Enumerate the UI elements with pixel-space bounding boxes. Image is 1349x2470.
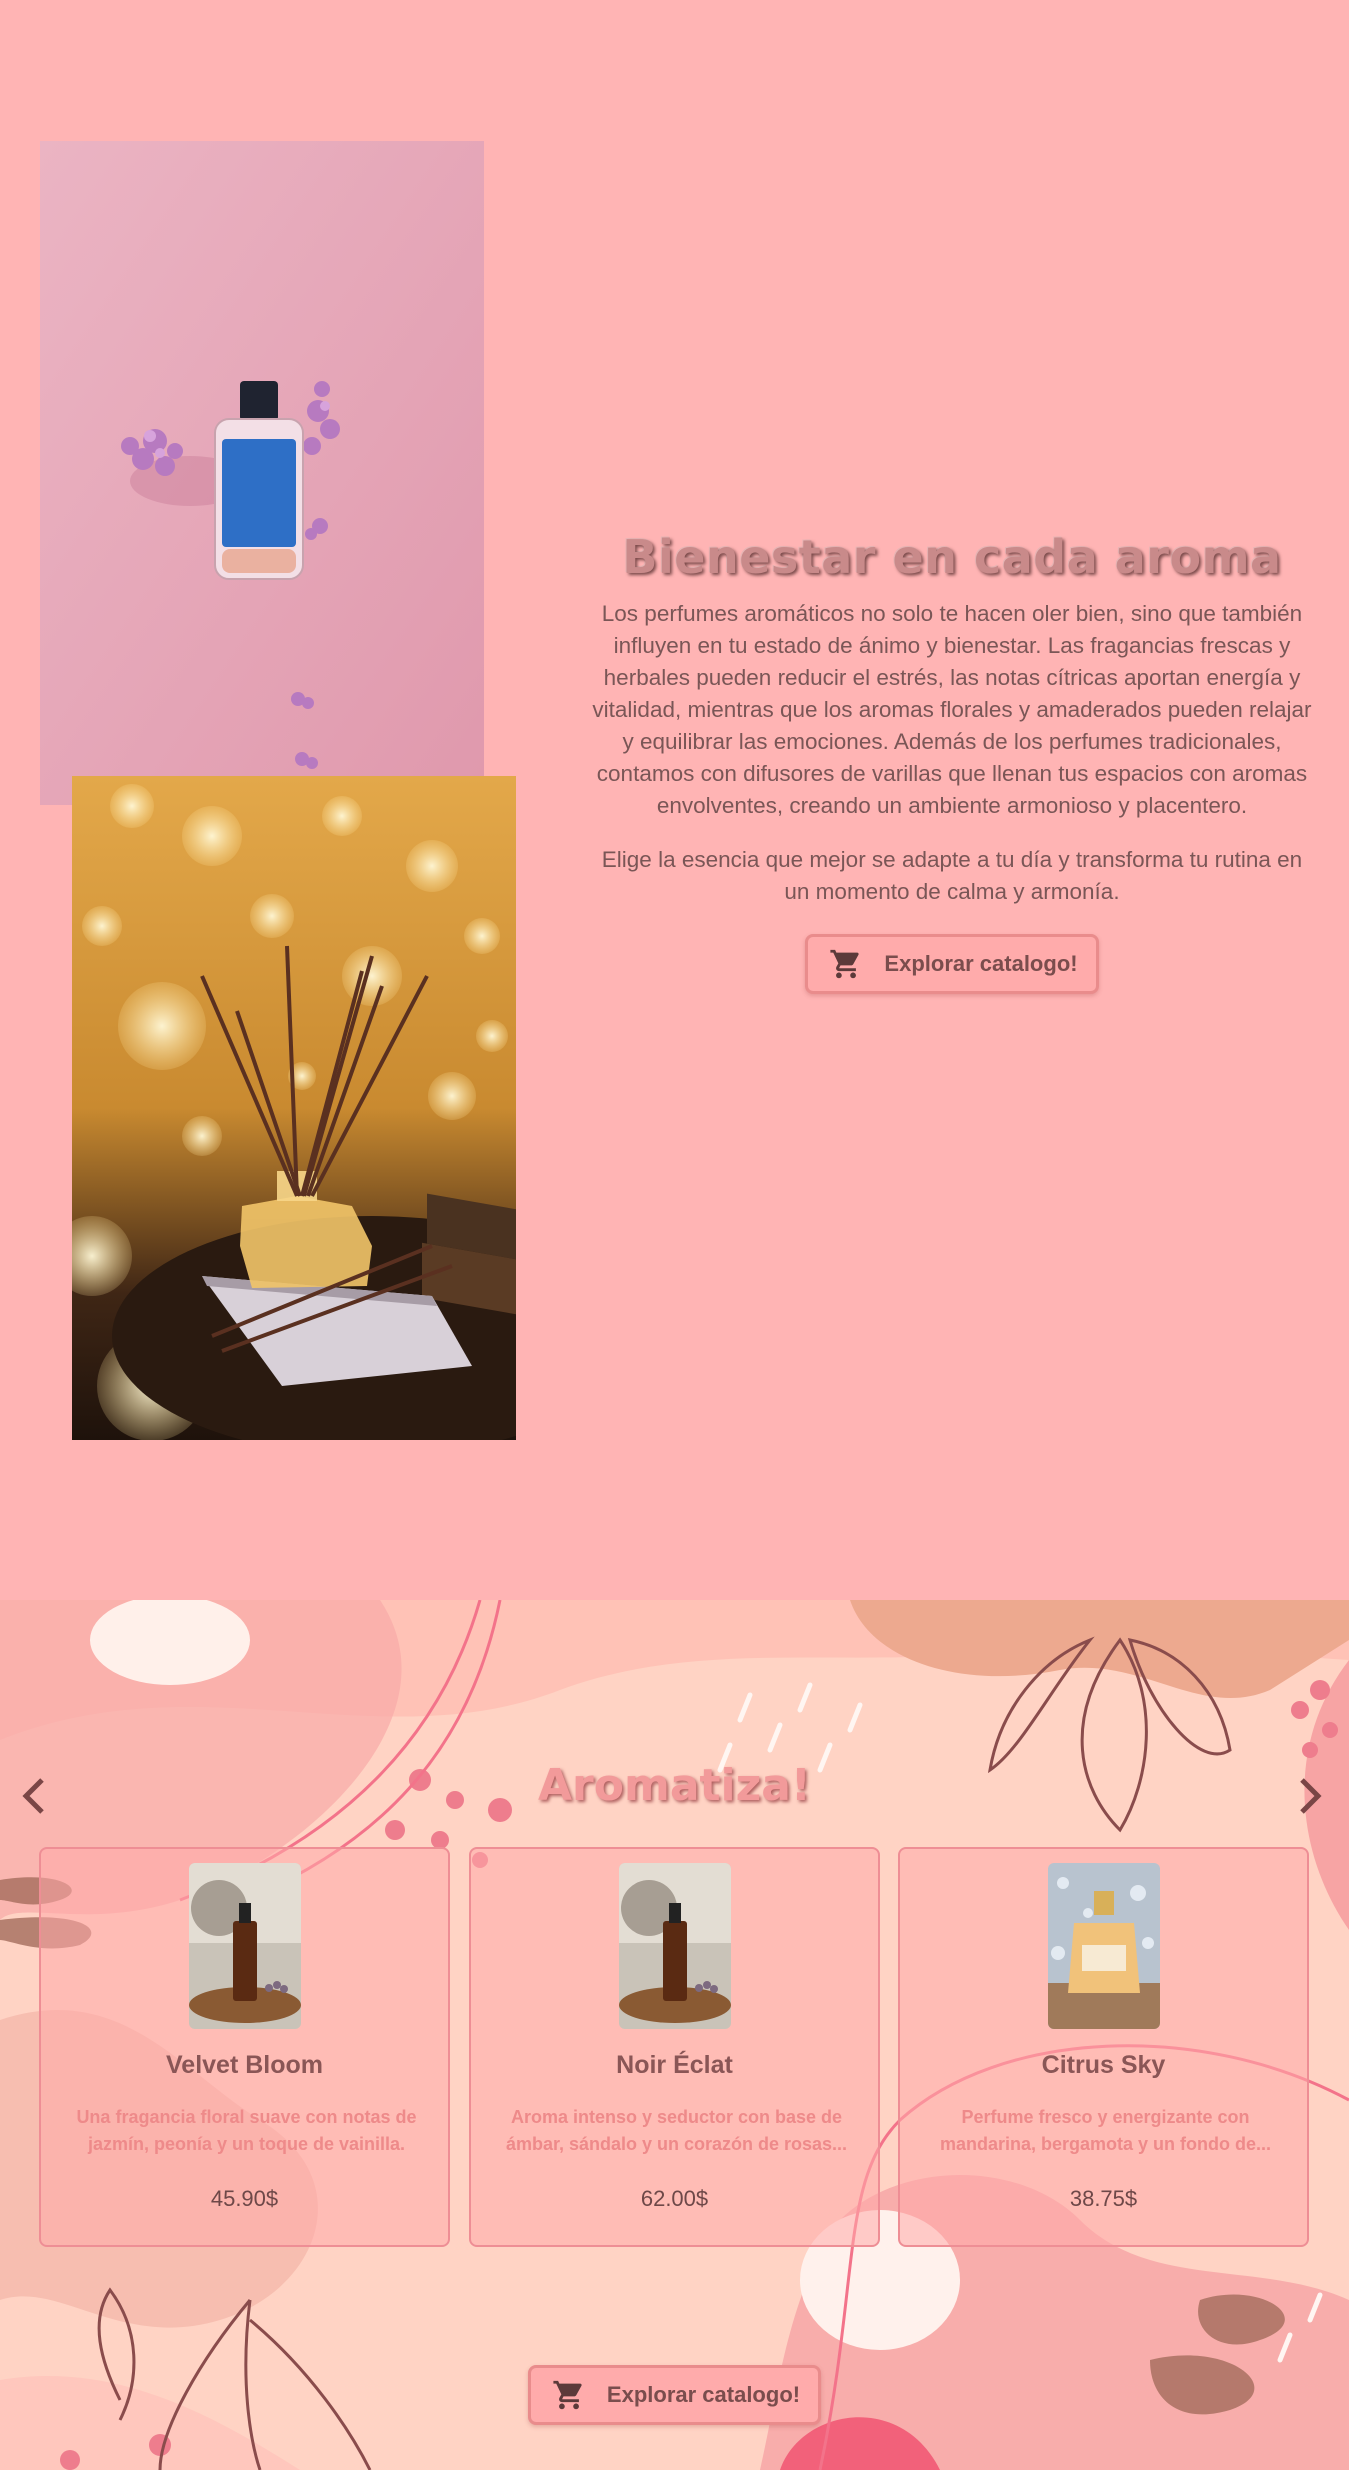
promo-button-wrapper: Explorar catalogo! <box>0 2365 1349 2425</box>
product-description: Aroma intenso y seductor con base de ámb… <box>505 2107 848 2154</box>
explore-catalog-label: Explorar catalogo! <box>884 951 1078 976</box>
carousel-prev-button[interactable] <box>14 1772 54 1820</box>
aromatiza-title: Aromatiza! <box>537 1760 811 1811</box>
explore-catalog-button-secondary[interactable]: Explorar catalogo! <box>527 2365 822 2425</box>
product-price: 38.75$ <box>1069 2186 1138 2211</box>
hero-title: Bienestar en cada aroma <box>622 530 1282 584</box>
product-image <box>1048 1863 1160 2029</box>
explore-catalog-label: Explorar catalogo! <box>606 2382 801 2407</box>
aromatiza-section: Aromatiza! Velvet Bloom Una fragancia fl… <box>0 1600 1349 2470</box>
carousel-next-button[interactable] <box>1290 1772 1330 1820</box>
cart-icon <box>830 949 860 979</box>
hero-paragraph-1: Los perfumes aromáticos no solo te hacen… <box>592 601 1312 818</box>
hero-text-block: Bienestar en cada aroma Los perfumes aro… <box>592 530 1312 994</box>
product-image <box>619 1863 731 2029</box>
cart-icon <box>553 2380 582 2410</box>
product-name: Velvet Bloom <box>166 2051 323 2079</box>
perfume-bottle-photo <box>40 141 484 805</box>
product-description: Perfume fresco y energizante con mandari… <box>939 2107 1272 2154</box>
hero-paragraph-2: Elige la esencia que mejor se adapte a t… <box>601 847 1303 904</box>
product-image <box>189 1863 301 2029</box>
product-name: Citrus Sky <box>1041 2051 1166 2079</box>
product-price: 45.90$ <box>210 2186 279 2211</box>
product-card[interactable]: Velvet Bloom Una fragancia floral suave … <box>39 1847 450 2247</box>
explore-catalog-button[interactable]: Explorar catalogo! <box>805 934 1099 994</box>
product-card[interactable]: Noir Éclat Aroma intenso y seductor con … <box>469 1847 880 2247</box>
hero-section: Bienestar en cada aroma Los perfumes aro… <box>0 0 1349 1600</box>
product-carousel: Velvet Bloom Una fragancia floral suave … <box>39 1847 1309 2247</box>
chevron-right-icon <box>1300 1778 1322 1814</box>
chevron-left-icon <box>22 1778 44 1814</box>
product-card[interactable]: Citrus Sky Perfume fresco y energizante … <box>898 1847 1309 2247</box>
product-price: 62.00$ <box>640 2186 709 2211</box>
reed-diffuser-photo <box>72 776 516 1440</box>
product-description: Una fragancia floral suave con notas de … <box>76 2107 417 2154</box>
product-name: Noir Éclat <box>616 2051 733 2079</box>
